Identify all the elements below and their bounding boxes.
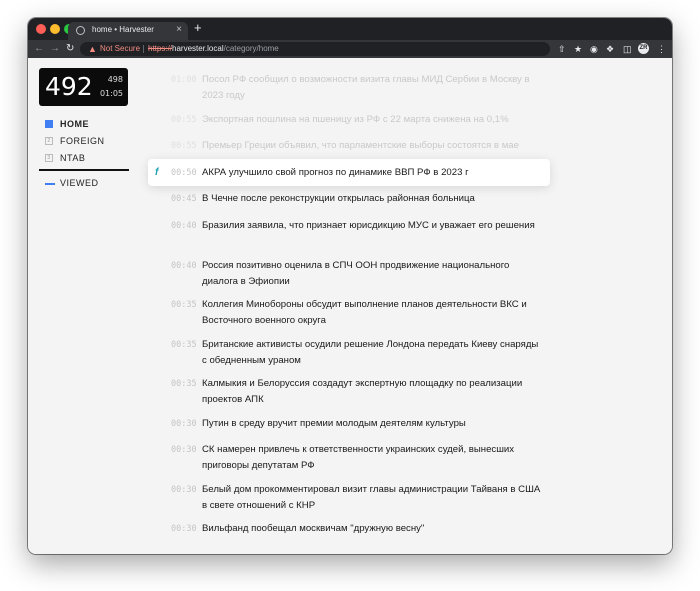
news-headline[interactable]: Премьер Греции объявил, что парламентски… <box>202 138 542 154</box>
news-item[interactable]: 00:40 Бразилия заявила, что признает юри… <box>148 218 550 250</box>
news-time: 00:35 <box>171 300 197 310</box>
sidebar-item-label: VIEWED <box>60 178 99 188</box>
shortcut-key-badge: 2 <box>45 137 53 145</box>
news-headline[interactable]: Британские активисты осудили решение Лон… <box>202 337 542 369</box>
news-time: 00:30 <box>171 419 197 429</box>
news-time: 00:40 <box>171 261 197 271</box>
forward-arrow-icon[interactable]: → <box>50 42 60 56</box>
close-window-button[interactable] <box>36 24 46 34</box>
counter-main-value: 492 <box>45 72 93 101</box>
news-headline[interactable]: Путин в среду вручит премии молодым деят… <box>202 416 542 432</box>
news-headline[interactable]: Коллегия Минобороны обсудит выполнение п… <box>202 297 542 329</box>
kebab-menu-icon[interactable]: ⋮ <box>657 43 666 55</box>
news-item[interactable]: 00:55 Экспортная пошлина на пшеницу из Р… <box>148 112 550 128</box>
news-item[interactable]: 00:55 Премьер Греции объявил, что парлам… <box>148 138 550 154</box>
side-panel-icon[interactable]: ◫ <box>623 43 632 55</box>
sidebar-divider <box>39 169 129 171</box>
url-host: harvester.local <box>172 44 224 53</box>
category-nav: HOME 2 FOREIGN 3 NTAB <box>39 117 129 168</box>
news-headline[interactable]: Посол РФ сообщил о возможности визита гл… <box>202 72 542 104</box>
sidebar-item-foreign[interactable]: 2 FOREIGN <box>39 134 129 151</box>
dash-icon <box>45 183 55 185</box>
news-item[interactable]: 00:30 СК намерен привлечь к ответственно… <box>148 442 550 474</box>
sidebar-item-home[interactable]: HOME <box>39 117 129 134</box>
news-item[interactable]: 01:00 Посол РФ сообщил о возможности виз… <box>148 72 550 104</box>
share-icon[interactable]: ⇧ <box>558 43 566 55</box>
news-time: 00:35 <box>171 340 197 350</box>
browser-tab[interactable]: home • Harvester × <box>68 22 188 40</box>
news-time: 00:50 <box>171 168 197 178</box>
extension-circle-icon[interactable]: ◉ <box>590 43 598 55</box>
globe-icon <box>76 26 85 35</box>
feed-f-icon[interactable]: f <box>155 165 158 181</box>
unread-counter: 492 498 01:05 <box>39 68 128 106</box>
star-icon[interactable]: ★ <box>574 43 582 55</box>
minimize-window-button[interactable] <box>50 24 60 34</box>
sidebar-item-label: HOME <box>60 119 89 129</box>
news-headline[interactable]: СК намерен привлечь к ответственности ук… <box>202 442 542 474</box>
news-headline[interactable]: Вильфанд пообещал москвичам "дружную вес… <box>202 521 542 537</box>
news-item[interactable]: 00:35 Коллегия Минобороны обсудит выполн… <box>148 297 550 329</box>
news-item[interactable]: 00:45 В Чечне после реконструкции открыл… <box>148 191 550 207</box>
sidebar-item-label: NTAB <box>60 153 86 163</box>
back-arrow-icon[interactable]: ← <box>34 42 44 56</box>
news-item-hovered[interactable]: f 00:50 АКРА улучшило свой прогноз по ди… <box>148 159 550 186</box>
news-time: 00:30 <box>171 445 197 455</box>
news-time: 00:40 <box>171 221 197 231</box>
news-time: 00:35 <box>171 379 197 389</box>
news-headline[interactable]: Белый дом прокомментировал визит главы а… <box>202 482 542 514</box>
news-item[interactable]: 00:30 Путин в среду вручит премии молоды… <box>148 416 550 432</box>
active-square-icon <box>45 120 53 128</box>
tab-strip: home • Harvester × + <box>28 18 672 40</box>
news-item[interactable]: 00:30 Белый дом прокомментировал визит г… <box>148 482 550 514</box>
profile-avatar[interactable]: ZR <box>638 43 649 54</box>
news-time: 00:55 <box>171 115 197 125</box>
url-text[interactable]: https://harvester.local/category/home <box>148 44 279 53</box>
news-headline[interactable]: Россия позитивно оценила в СПЧ ООН продв… <box>202 258 542 290</box>
news-time: 00:30 <box>171 485 197 495</box>
news-headline[interactable]: Экспортная пошлина на пшеницу из РФ с 22… <box>202 112 542 128</box>
news-headline[interactable]: Калмыкия и Белоруссия создадут экспертну… <box>202 376 542 408</box>
address-bar[interactable]: ▲ Not Secure https://harvester.local/cat… <box>80 42 550 56</box>
url-scheme: https:// <box>148 44 173 53</box>
reload-icon[interactable]: ↻ <box>66 42 74 56</box>
news-headline[interactable]: АКРА улучшило свой прогноз по динамике В… <box>202 165 542 181</box>
url-path: /category/home <box>223 44 279 53</box>
not-secure-label[interactable]: Not Secure <box>100 44 140 53</box>
counter-time-value: 01:05 <box>99 89 123 98</box>
news-time: 01:00 <box>171 75 197 85</box>
sidebar-item-ntab[interactable]: 3 NTAB <box>39 151 129 168</box>
address-divider <box>143 45 144 53</box>
news-time: 00:45 <box>171 194 197 204</box>
browser-toolbar: ← → ↻ ▲ Not Secure https://harvester.loc… <box>28 40 672 58</box>
news-item[interactable]: 00:35 Британские активисты осудили решен… <box>148 337 550 369</box>
news-item[interactable]: 00:30 Вильфанд пообещал москвичам "дружн… <box>148 521 550 537</box>
new-tab-button[interactable]: + <box>194 21 202 35</box>
news-item[interactable]: 00:35 Калмыкия и Белоруссия создадут экс… <box>148 376 550 408</box>
puzzle-icon[interactable]: ❖ <box>606 43 614 55</box>
news-time: 00:30 <box>171 524 197 534</box>
counter-total-value: 498 <box>107 75 123 84</box>
shortcut-key-badge: 3 <box>45 154 53 162</box>
tab-title: home • Harvester <box>92 25 154 34</box>
page-content: 492 498 01:05 HOME 2 FOREIGN 3 NTAB VIEW… <box>28 58 672 554</box>
news-time: 00:55 <box>171 141 197 151</box>
browser-window: home • Harvester × + ← → ↻ ▲ Not Secure … <box>28 18 672 554</box>
sidebar-item-label: FOREIGN <box>60 136 105 146</box>
tab-close-button[interactable]: × <box>176 24 182 36</box>
news-item[interactable]: 00:40 Россия позитивно оценила в СПЧ ООН… <box>148 258 550 290</box>
sidebar-item-viewed[interactable]: VIEWED <box>39 176 129 193</box>
news-headline[interactable]: В Чечне после реконструкции открылась ра… <box>202 191 542 207</box>
news-headline[interactable]: Бразилия заявила, что признает юрисдикци… <box>202 218 542 234</box>
warning-icon[interactable]: ▲ <box>88 43 97 55</box>
